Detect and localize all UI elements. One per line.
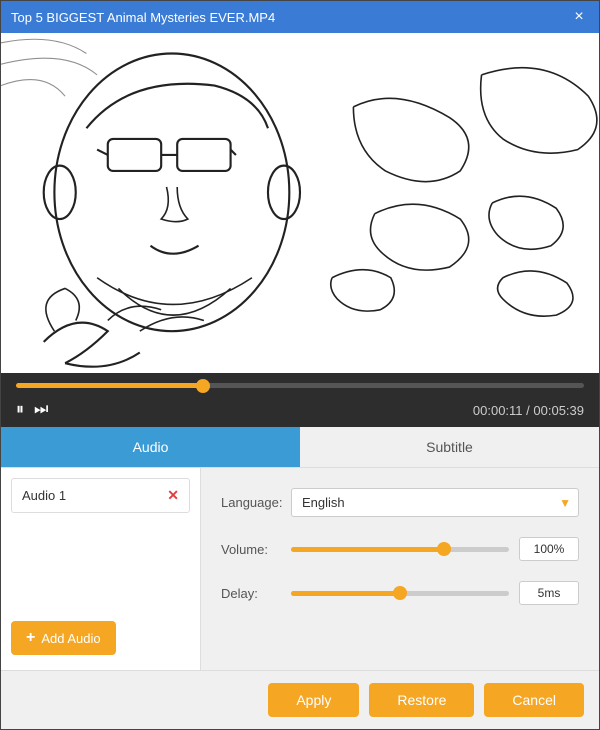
delay-label: Delay: [221,586,291,601]
audio-list-panel: Audio 1 ✕ + Add Audio [1,468,201,670]
language-row: Language: English French Spanish German … [221,488,579,517]
add-audio-button[interactable]: + Add Audio [11,621,116,655]
time-display: 00:00:11 / 00:05:39 [473,403,584,418]
language-select-wrapper: English French Spanish German Italian Ja… [291,488,579,517]
language-select[interactable]: English French Spanish German Italian Ja… [291,488,579,517]
volume-fill [291,547,444,552]
footer-buttons: Apply Restore Cancel [1,670,599,729]
pause-button[interactable]: ⏸ [16,401,24,419]
title-bar: Top 5 BIGGEST Animal Mysteries EVER.MP4 … [1,1,599,33]
delay-fill [291,591,400,596]
delay-row: Delay: [221,581,579,605]
delay-slider-wrapper [291,581,579,605]
tab-audio[interactable]: Audio [1,427,300,467]
tab-subtitle[interactable]: Subtitle [300,427,599,467]
video-player [1,33,599,373]
settings-panel: Language: English French Spanish German … [201,468,599,670]
audio-remove-button[interactable]: ✕ [167,487,179,504]
volume-thumb[interactable] [437,542,451,556]
audio-item: Audio 1 ✕ [11,478,190,513]
close-button[interactable]: × [569,7,589,27]
video-frame [1,33,599,373]
delay-input[interactable] [519,581,579,605]
tab-content: Audio 1 ✕ + Add Audio Language: English [1,468,599,670]
volume-row: Volume: [221,537,579,561]
progress-bar-area [1,373,599,393]
total-time: 00:05:39 [533,403,584,418]
plus-icon: + [26,629,35,647]
main-window: Top 5 BIGGEST Animal Mysteries EVER.MP4 … [0,0,600,730]
delay-track[interactable] [291,591,509,596]
restore-button[interactable]: Restore [369,683,474,717]
volume-track[interactable] [291,547,509,552]
volume-input[interactable] [519,537,579,561]
volume-slider-wrapper [291,537,579,561]
playback-controls: ⏸ ⏭ 00:00:11 / 00:05:39 [1,393,599,427]
language-label: Language: [221,495,291,510]
tabs-container: Audio Subtitle Audio 1 ✕ + Add Audio [1,427,599,729]
tabs-header: Audio Subtitle [1,427,599,468]
progress-fill [16,383,203,388]
current-time: 00:00:11 [473,403,523,418]
progress-thumb[interactable] [196,379,210,393]
skip-button[interactable]: ⏭ [34,401,48,419]
apply-button[interactable]: Apply [268,683,359,717]
progress-track[interactable] [16,383,584,388]
audio-item-name: Audio 1 [22,488,66,503]
cancel-button[interactable]: Cancel [484,683,584,717]
add-audio-label: Add Audio [41,631,100,646]
window-title: Top 5 BIGGEST Animal Mysteries EVER.MP4 [11,10,569,25]
delay-thumb[interactable] [393,586,407,600]
volume-label: Volume: [221,542,291,557]
